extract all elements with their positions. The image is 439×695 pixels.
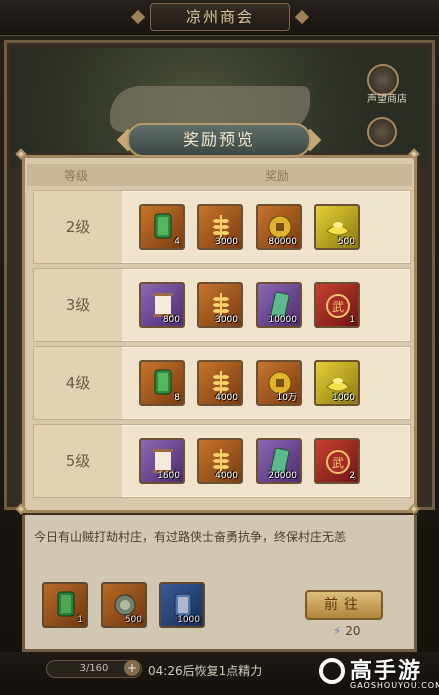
reward-item[interactable]: 500 (314, 204, 360, 250)
level-label: 4级 (34, 347, 122, 419)
reward-item[interactable]: 800 (139, 282, 185, 328)
svg-text:武: 武 (332, 300, 344, 314)
reward-item[interactable]: 10万 (256, 360, 302, 406)
game-screen: 凉州商会 声望商店 今日有山贼打劫村庄，有过路侠士奋勇抗争，终保村庄无恙 1 50… (0, 0, 439, 695)
item-count: 2 (349, 471, 355, 481)
green-token-icon (154, 369, 172, 395)
watermark: 高手游 GAOSHOUYOU.COM (319, 652, 439, 695)
level-label: 3级 (34, 269, 122, 341)
reward-item[interactable]: 3000 (197, 204, 243, 250)
reward-row: 2级 4 3000 80000 500 (33, 190, 411, 264)
watermark-logo-icon (319, 658, 345, 684)
item-count: 1 (349, 315, 355, 325)
modal-title: 奖励预览 (127, 123, 311, 157)
reward-header: 奖励 (265, 169, 290, 183)
svg-text:武: 武 (332, 456, 344, 470)
item-count: 4 (174, 237, 180, 247)
item-count: 500 (337, 237, 355, 247)
item-count: 4000 (215, 393, 238, 403)
item-count: 20000 (268, 471, 297, 481)
reward-item[interactable]: 4000 (197, 360, 243, 406)
level-header: 等级 (64, 169, 89, 183)
war-medal-icon: 武 (326, 450, 350, 474)
reward-item[interactable]: 80000 (256, 204, 302, 250)
war-medal-icon: 武 (326, 294, 350, 318)
level-label: 5级 (34, 425, 122, 497)
item-count: 3000 (215, 237, 238, 247)
item-count: 80000 (268, 237, 297, 247)
item-count: 800 (162, 315, 180, 325)
table-header: 等级 奖励 (27, 164, 412, 186)
reward-item[interactable]: 20000 (256, 438, 302, 484)
reward-item[interactable]: 1000 (314, 360, 360, 406)
reward-row: 4级 8 4000 10万 1000 (33, 346, 411, 420)
reward-item[interactable]: 4000 (197, 438, 243, 484)
item-count: 4000 (215, 471, 238, 481)
item-count: 10万 (276, 393, 297, 403)
reward-item[interactable]: 1600 (139, 438, 185, 484)
reward-row: 5级 1600 4000 20000 武 2 (33, 424, 411, 498)
green-token-icon (154, 213, 172, 239)
item-count: 1600 (157, 471, 180, 481)
item-count: 10000 (268, 315, 297, 325)
reward-row: 3级 800 3000 10000 武 1 (33, 268, 411, 342)
item-count: 8 (174, 393, 180, 403)
reward-item[interactable]: 武1 (314, 282, 360, 328)
reward-item[interactable]: 3000 (197, 282, 243, 328)
reward-item[interactable]: 武2 (314, 438, 360, 484)
reward-item[interactable]: 4 (139, 204, 185, 250)
item-count: 3000 (215, 315, 238, 325)
reward-item[interactable]: 8 (139, 360, 185, 406)
level-label: 2级 (34, 191, 122, 263)
item-count: 1000 (332, 393, 355, 403)
reward-item[interactable]: 10000 (256, 282, 302, 328)
watermark-subtitle: GAOSHOUYOU.COM (350, 681, 439, 690)
